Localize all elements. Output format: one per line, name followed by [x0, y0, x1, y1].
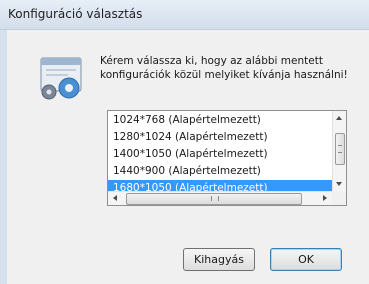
instruction-line-2: konfigurációk közül melyiket kívánja has… [100, 69, 348, 81]
list-item[interactable]: 1440*900 (Alapértelmezett) [108, 163, 334, 180]
instruction-line-1: Kérem válassza ki, hogy az alábbi mentet… [100, 55, 323, 67]
scroll-left-arrow-icon[interactable] [113, 195, 117, 201]
horizontal-scroll-thumb[interactable] [126, 193, 302, 205]
vertical-scrollbar[interactable] [332, 111, 346, 191]
list-item[interactable]: 1024*768 (Alapértelmezett) [108, 112, 334, 129]
scrollbar-corner [332, 191, 346, 205]
scroll-right-arrow-icon[interactable] [323, 195, 327, 201]
vertical-scroll-thumb[interactable] [335, 133, 345, 165]
ok-button[interactable]: OK [270, 248, 342, 271]
instruction-text: Kérem válassza ki, hogy az alábbi mentet… [100, 54, 362, 82]
settings-window-gear-icon [40, 57, 82, 100]
dialog-body: Kérem válassza ki, hogy az alábbi mentet… [7, 30, 369, 284]
skip-button[interactable]: Kihagyás [183, 248, 255, 271]
title-bar[interactable]: Konfiguráció választás [0, 0, 369, 30]
horizontal-scrollbar[interactable] [108, 191, 332, 205]
list-item[interactable]: 1280*1024 (Alapértelmezett) [108, 129, 334, 146]
dialog-window: Konfiguráció választás Kérem válassza ki… [0, 0, 369, 284]
scroll-down-arrow-icon[interactable] [336, 182, 342, 186]
window-frame-left [0, 30, 7, 284]
list-item[interactable]: 1400*1050 (Alapértelmezett) [108, 146, 334, 163]
scroll-up-arrow-icon[interactable] [336, 116, 342, 120]
window-title: Konfiguráció választás [8, 7, 143, 21]
config-listbox[interactable]: 1024*768 (Alapértelmezett) 1280*1024 (Al… [107, 110, 347, 206]
